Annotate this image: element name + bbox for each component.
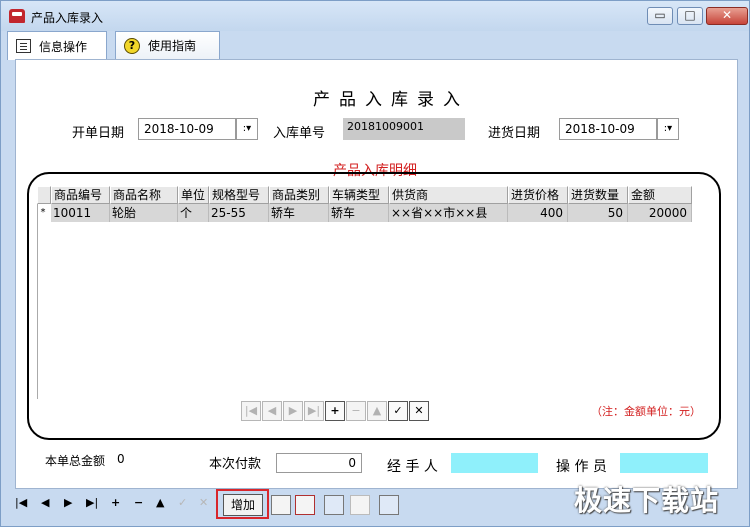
list-icon <box>16 39 31 53</box>
table-cell[interactable]: 20000 <box>628 204 692 222</box>
open-date-label: 开单日期 <box>72 126 125 141</box>
col-header[interactable]: 规格型号 <box>209 186 269 204</box>
col-header[interactable]: 金额 <box>628 186 692 204</box>
grid-corner <box>37 186 51 204</box>
first-record-button[interactable]: |◀ <box>241 401 261 421</box>
prev-record-button[interactable]: ◀ <box>262 401 282 421</box>
handler-field[interactable] <box>451 453 538 473</box>
table-cell[interactable]: 个 <box>178 204 209 222</box>
last-record-button[interactable]: ▶| <box>304 401 324 421</box>
table-cell[interactable]: 轮胎 <box>110 204 178 222</box>
app-window: 产品入库录入 ▭ □ ✕ 信息操作 ? 使用指南 产品入库录入 开单日期 201… <box>0 0 750 527</box>
operator-field[interactable] <box>620 453 708 473</box>
table-cell[interactable]: ××省××市××县 <box>389 204 508 222</box>
purchase-date-label: 进货日期 <box>488 126 541 141</box>
toolbar-post-button[interactable]: ✓ <box>178 496 187 509</box>
open-date-field[interactable]: 2018-10-09 <box>138 118 236 140</box>
maximize-button[interactable]: □ <box>677 7 703 25</box>
minimize-button[interactable]: ▭ <box>647 7 673 25</box>
toolbar-next-button[interactable]: ▶ <box>64 496 72 509</box>
table-cell[interactable]: 400 <box>508 204 568 222</box>
table-cell[interactable]: 50 <box>568 204 628 222</box>
col-header[interactable]: 商品类别 <box>269 186 329 204</box>
add-button[interactable]: 增加 <box>223 494 263 516</box>
total-value: 0 <box>117 452 125 466</box>
search-icon[interactable] <box>324 495 344 515</box>
insert-record-button[interactable]: + <box>325 401 345 421</box>
row-marker: * <box>40 207 46 218</box>
tab-bar: 信息操作 ? 使用指南 <box>7 31 747 60</box>
col-header[interactable]: 商品编号 <box>51 186 110 204</box>
col-header[interactable]: 车辆类型 <box>329 186 389 204</box>
purchase-date-field[interactable]: 2018-10-09 <box>559 118 657 140</box>
operator-label: 操 作 员 <box>556 459 607 475</box>
post-record-button[interactable]: ✓ <box>388 401 408 421</box>
cancel-record-button[interactable]: ✕ <box>409 401 429 421</box>
tab-label: 信息操作 <box>39 39 88 54</box>
col-header[interactable]: 进货数量 <box>568 186 628 204</box>
play-icon[interactable] <box>350 495 370 515</box>
purchase-date-dropdown[interactable]: :▾ <box>657 118 679 140</box>
payment-label: 本次付款 <box>209 457 262 472</box>
window-title: 产品入库录入 <box>31 11 104 25</box>
order-no-label: 入库单号 <box>273 126 326 141</box>
open-date-dropdown[interactable]: :▾ <box>236 118 258 140</box>
handler-label: 经 手 人 <box>387 459 438 475</box>
toolbar-cancel-button[interactable]: ✕ <box>199 496 208 509</box>
toolbar-edit-button[interactable]: ▲ <box>156 496 164 509</box>
payment-field[interactable]: 0 <box>276 453 362 473</box>
toolbar-prev-button[interactable]: ◀ <box>41 496 49 509</box>
table-cell[interactable]: 轿车 <box>269 204 329 222</box>
print-preview-icon[interactable] <box>295 495 315 515</box>
next-record-button[interactable]: ▶ <box>283 401 303 421</box>
table-cell[interactable]: 轿车 <box>329 204 389 222</box>
tab-label: 使用指南 <box>148 39 197 53</box>
total-label: 本单总金额 <box>45 454 106 468</box>
grid-nav-bar: |◀ ◀ ▶ ▶| + − ▲ ✓ ✕ <box>241 401 429 423</box>
toolbar-insert-button[interactable]: + <box>111 496 120 509</box>
toolbar-last-button[interactable]: ▶| <box>86 496 98 509</box>
amount-unit-note: （注：金额单位：元） <box>591 405 701 418</box>
order-no-field: 20181009001 <box>343 118 465 140</box>
title-bar: 产品入库录入 ▭ □ ✕ <box>1 1 749 31</box>
edit-record-button[interactable]: ▲ <box>367 401 387 421</box>
delete-record-button[interactable]: − <box>346 401 366 421</box>
tab-guide[interactable]: ? 使用指南 <box>115 31 220 59</box>
watermark: 极速下载站 <box>574 484 720 517</box>
zoom-icon[interactable] <box>379 495 399 515</box>
col-header[interactable]: 供货商 <box>389 186 508 204</box>
tab-info-ops[interactable]: 信息操作 <box>7 31 107 60</box>
col-header[interactable]: 单位 <box>178 186 209 204</box>
close-button[interactable]: ✕ <box>706 7 748 25</box>
toolbar-first-button[interactable]: |◀ <box>15 496 27 509</box>
help-icon: ? <box>124 37 140 54</box>
col-header[interactable]: 进货价格 <box>508 186 568 204</box>
col-header[interactable]: 商品名称 <box>110 186 178 204</box>
print-icon[interactable] <box>271 495 291 515</box>
toolbar-delete-button[interactable]: − <box>134 496 143 509</box>
page-title: 产品入库录入 <box>313 90 469 110</box>
table-cell[interactable]: 10011 <box>51 204 110 222</box>
table-cell[interactable]: 25-55 <box>209 204 269 222</box>
car-icon <box>9 9 25 23</box>
